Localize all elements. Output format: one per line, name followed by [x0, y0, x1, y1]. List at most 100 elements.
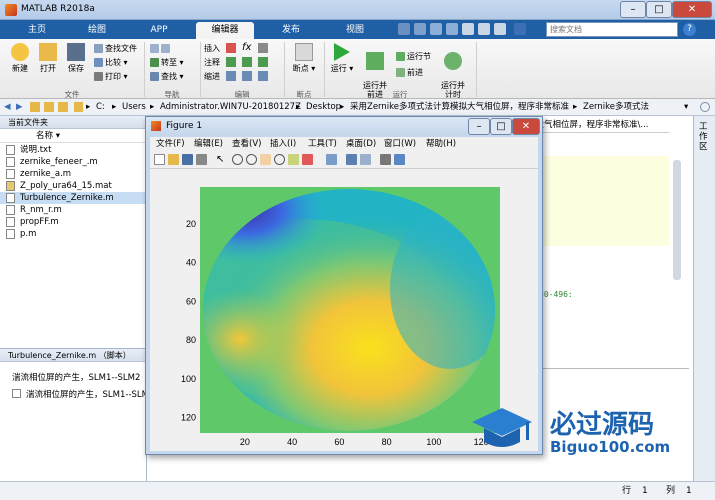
path-segment[interactable]: Zernike多项式法: [583, 99, 649, 115]
new-figure-icon[interactable]: [154, 154, 165, 165]
insert-button[interactable]: 插入: [204, 43, 220, 55]
legend-icon[interactable]: [360, 154, 371, 165]
indent-button[interactable]: 缩进: [204, 71, 220, 83]
file-item[interactable]: zernike_feneer_.m: [0, 156, 146, 168]
back-icon: [150, 44, 159, 53]
maximize-button[interactable]: □: [646, 1, 672, 18]
smart-indent-icon[interactable]: [226, 71, 236, 81]
print-figure-icon[interactable]: [196, 154, 207, 165]
show-plot-tools-icon[interactable]: [394, 154, 405, 165]
menu-file[interactable]: 文件(F): [156, 137, 185, 151]
increase-indent-icon[interactable]: [242, 71, 252, 81]
ribbon-separator: [476, 42, 477, 97]
find-button[interactable]: 查找 ▾: [150, 71, 184, 83]
tab-plots[interactable]: 绘图: [68, 22, 126, 39]
fx-icon[interactable]: fx: [242, 42, 251, 53]
figure-close-button[interactable]: ✕: [512, 118, 540, 135]
figure-maximize-button[interactable]: □: [490, 118, 512, 135]
path-segment[interactable]: C:: [96, 99, 105, 115]
comment-button[interactable]: 注释: [204, 57, 220, 69]
menu-tools[interactable]: 工具(T): [308, 137, 337, 151]
search-docs-input[interactable]: 搜索文档: [546, 22, 678, 37]
file-item[interactable]: p.m: [0, 228, 146, 240]
tab-apps[interactable]: APP: [130, 22, 188, 39]
path-segment[interactable]: Users: [122, 99, 146, 115]
switch-windows-icon[interactable]: [494, 23, 506, 35]
name-column-header[interactable]: 名称 ▾: [0, 129, 146, 143]
back-nav-icon[interactable]: ◀: [4, 99, 11, 115]
figure-title-bar[interactable]: Figure 1 – □ ✕: [146, 117, 542, 135]
pointer-icon[interactable]: ↖: [216, 154, 227, 165]
new-button[interactable]: 新建: [6, 41, 34, 74]
save-button[interactable]: 保存: [62, 41, 90, 74]
close-button[interactable]: ✕: [672, 1, 712, 18]
file-item[interactable]: propFF.m: [0, 216, 146, 228]
save-figure-icon[interactable]: [182, 154, 193, 165]
menu-window[interactable]: 窗口(W): [384, 137, 416, 151]
details-script-line[interactable]: 湍流相位屏的产生，SLM1--SLM: [26, 388, 149, 400]
menu-insert[interactable]: 插入(I): [270, 137, 296, 151]
open-button[interactable]: 打开: [34, 41, 62, 74]
figure-minimize-button[interactable]: –: [468, 118, 490, 135]
find-file-button[interactable]: 查找文件: [94, 43, 137, 55]
insert-section-icon[interactable]: [226, 43, 236, 53]
pan-icon[interactable]: [260, 154, 271, 165]
decrease-indent-icon[interactable]: [258, 71, 268, 81]
redo-icon[interactable]: [478, 23, 490, 35]
menu-desktop[interactable]: 桌面(D): [346, 137, 376, 151]
compare-button[interactable]: 比较 ▾: [94, 57, 128, 69]
zoom-in-icon[interactable]: [232, 154, 243, 165]
search-path-icon[interactable]: [700, 102, 710, 112]
file-item-selected[interactable]: Turbulence_Zernike.m: [0, 192, 146, 204]
breakpoints-button[interactable]: 断点 ▾: [290, 41, 318, 74]
colorbar-icon[interactable]: [346, 154, 357, 165]
path-dropdown-icon[interactable]: ▾: [684, 99, 688, 115]
minimize-button[interactable]: –: [620, 1, 646, 18]
menu-help[interactable]: 帮助(H): [426, 137, 456, 151]
file-item[interactable]: 说明.txt: [0, 144, 146, 156]
run-section-button[interactable]: 运行节: [396, 51, 431, 63]
help-doc-icon[interactable]: [514, 23, 526, 35]
help-icon[interactable]: ?: [683, 23, 696, 36]
tab-editor[interactable]: 编辑器: [196, 22, 254, 39]
undo-icon[interactable]: [462, 23, 474, 35]
insert-function-icon[interactable]: [258, 43, 268, 53]
open-folder-icon[interactable]: [58, 102, 68, 112]
print-button[interactable]: 打印 ▾: [94, 71, 128, 83]
file-item[interactable]: Z_poly_ura64_15.mat: [0, 180, 146, 192]
tab-home[interactable]: 主页: [8, 22, 66, 39]
goto-button[interactable]: 转至 ▾: [150, 57, 184, 69]
tab-view[interactable]: 视图: [326, 22, 384, 39]
path-segment[interactable]: 采用Zernike多项式法计算模拟大气相位屏，程序非常标准: [350, 99, 569, 115]
link-plot-icon[interactable]: [326, 154, 337, 165]
menu-edit[interactable]: 编辑(E): [194, 137, 223, 151]
browse-folder-icon[interactable]: [44, 102, 54, 112]
workspace-collapsed-panel[interactable]: 工作区: [693, 116, 715, 481]
forward-nav-icon[interactable]: ▶: [16, 99, 23, 115]
run-button[interactable]: 运行 ▾: [328, 41, 356, 74]
up-folder-icon[interactable]: [30, 102, 40, 112]
rotate-3d-icon[interactable]: [274, 154, 285, 165]
file-item[interactable]: R_nm_r.m: [0, 204, 146, 216]
path-segment[interactable]: Desktop: [306, 99, 341, 115]
copy-icon[interactable]: [430, 23, 442, 35]
tab-publish[interactable]: 发布: [262, 22, 320, 39]
zoom-out-icon[interactable]: [246, 154, 257, 165]
data-cursor-icon[interactable]: [288, 154, 299, 165]
hide-plot-tools-icon[interactable]: [380, 154, 391, 165]
save-quick-icon[interactable]: [398, 23, 410, 35]
path-segment[interactable]: Administrator.WIN7U-20180127Z: [160, 99, 301, 115]
current-folder-address-bar[interactable]: ◀ ▶ ▸ C: ▸ Users ▸ Administrator.WIN7U-2…: [0, 99, 715, 116]
wrap-comment-icon[interactable]: [258, 57, 268, 67]
cut-icon[interactable]: [414, 23, 426, 35]
open-file-icon[interactable]: [168, 154, 179, 165]
editor-scrollbar[interactable]: [673, 160, 681, 280]
uncomment-icon[interactable]: [242, 57, 252, 67]
menu-view[interactable]: 查看(V): [232, 137, 261, 151]
back-forward-buttons[interactable]: [150, 43, 172, 55]
comment-icon[interactable]: [226, 57, 236, 67]
paste-icon[interactable]: [446, 23, 458, 35]
advance-button[interactable]: 前进: [396, 67, 423, 79]
brush-icon[interactable]: [302, 154, 313, 165]
file-item[interactable]: zernike_a.m: [0, 168, 146, 180]
